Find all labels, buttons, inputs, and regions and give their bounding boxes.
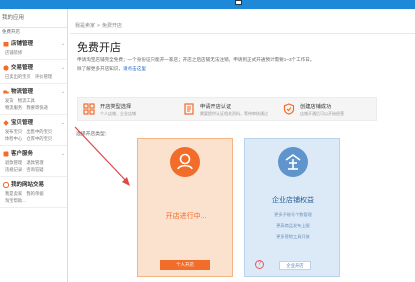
sidebar-link[interactable]: 物流工具	[18, 98, 35, 103]
goods-icon	[3, 120, 9, 126]
sidebar-item-free-shop[interactable]: 免费开店	[0, 28, 67, 36]
intro-prefix: 除了解更多开店知识，	[77, 66, 123, 71]
sidebar-group-title[interactable]: 店铺管理 ⌄	[3, 40, 65, 49]
person-icon	[170, 147, 200, 177]
grid-icon	[83, 103, 95, 115]
sidebar-group-web-trade: 我的网站交易 我是卖家 我的单据 淘宝帮助...	[0, 177, 67, 208]
step-1: 开店类型选择 个人店铺、企业店铺	[78, 102, 178, 118]
step-desc: 个人店铺、企业店铺	[100, 111, 136, 116]
breadcrumb-item: 免费开店	[101, 23, 122, 29]
personal-shop-card[interactable]: 开店进行中... 个人开店	[137, 138, 233, 277]
sidebar-group-title[interactable]: 宝贝管理 ⌄	[3, 119, 65, 128]
step-desc: 店铺开通后可以开始经营	[300, 111, 344, 116]
sidebar: 我的应用 免费开店 店铺管理 ⌄ 店铺装修 交易管理 ⌄ 已卖出的宝贝 评价管理…	[0, 9, 68, 282]
divider	[70, 33, 415, 34]
step-3: 创建店铺成功 店铺开通后可以开始经营	[278, 102, 378, 118]
sidebar-group-label: 物流管理	[11, 89, 34, 95]
main-content: 我是卖家 > 免费开店 免费开店 申请淘宝店铺完全免费；一个身份证只能开一家店；开店…	[70, 9, 415, 282]
shop-status-text: 开店进行中...	[165, 213, 207, 220]
help-icon[interactable]: ?	[255, 260, 264, 269]
step-desc: 需要提供认证相关资料，等待审核通过	[200, 111, 268, 116]
chevron-down-icon[interactable]: ⌄	[61, 119, 65, 128]
sidebar-link[interactable]: 店铺装修	[5, 50, 22, 55]
document-icon	[184, 103, 194, 115]
service-icon	[3, 151, 9, 157]
sidebar-link[interactable]: 退款管理	[26, 160, 43, 165]
sidebar-group-title[interactable]: 客户服务 ⌄	[3, 150, 65, 159]
step-title: 创建店铺成功	[300, 104, 332, 110]
sidebar-group-label: 客户服务	[11, 151, 34, 157]
chevron-down-icon[interactable]: ⌄	[61, 64, 65, 73]
sidebar-link[interactable]: 违规记录	[5, 167, 22, 172]
top-nav-bar	[0, 0, 415, 9]
enterprise-shop-button[interactable]: 企业开店	[279, 261, 311, 270]
page-title: 免费开店	[77, 42, 121, 54]
enterprise-shop-card[interactable]: 企业店铺权益 更多子账号个数管理 更高商品发布上限 更多营销工具开放 ? 企业开…	[244, 138, 340, 277]
enterprise-benefits-title: 企业店铺权益	[272, 197, 314, 204]
truck-icon	[3, 90, 9, 94]
sidebar-group-label: 交易管理	[11, 65, 34, 71]
sidebar-header: 我的应用	[0, 9, 67, 28]
shop-icon	[3, 42, 9, 47]
benefit-item: 更多子账号个数管理	[274, 212, 312, 217]
choose-type-label: 选择开店类型：	[76, 132, 110, 137]
sidebar-link[interactable]: 仓库中的宝贝	[26, 136, 52, 141]
chevron-down-icon[interactable]: ⌄	[61, 40, 65, 49]
intro-text-2: 除了解更多开店知识，请点击这里	[77, 66, 146, 72]
benefit-item: 更多营销工具开放	[276, 234, 310, 239]
sidebar-group-logistics: 物流管理 ⌄ 发货 物流工具 物流服务 我要寄快递	[0, 84, 67, 115]
sidebar-group-title[interactable]: 交易管理 ⌄	[3, 64, 65, 73]
sidebar-link[interactable]: 我的单据	[26, 191, 43, 196]
steps-bar: 开店类型选择 个人店铺、企业店铺 申请开店认证 需要提供认证相关资料，等待审核通…	[77, 97, 377, 121]
sidebar-group-title[interactable]: 物流管理 ⌄	[3, 88, 65, 97]
sidebar-link[interactable]: 咨询答疑	[26, 167, 43, 172]
breadcrumb: 我是卖家 > 免费开店	[75, 22, 122, 29]
sidebar-link[interactable]: 评价管理	[35, 74, 52, 79]
chevron-down-icon[interactable]: ⌄	[61, 88, 65, 97]
shield-icon	[283, 103, 295, 115]
breadcrumb-separator: >	[97, 23, 100, 29]
sidebar-group-shop: 店铺管理 ⌄ 店铺装修	[0, 36, 67, 60]
sidebar-link[interactable]: 物流服务	[5, 105, 22, 110]
sidebar-group-label: 我的网站交易	[11, 182, 45, 188]
sidebar-group-service: 客户服务 ⌄ 退款管理 退款管理 违规记录 咨询答疑	[0, 146, 67, 177]
sidebar-group-goods: 宝贝管理 ⌄ 发布宝贝 出售中的宝贝 体检中心 仓库中的宝贝	[0, 115, 67, 146]
window-handle[interactable]	[235, 0, 242, 5]
sidebar-link[interactable]: 我要寄快递	[26, 105, 47, 110]
sidebar-link[interactable]: 出售中的宝贝	[26, 129, 52, 134]
enterprise-icon	[278, 147, 308, 177]
benefit-list: 更多子账号个数管理 更高商品发布上限 更多营销工具开放	[245, 209, 341, 242]
sidebar-group-label: 宝贝管理	[11, 120, 34, 126]
sidebar-link[interactable]: 已卖出的宝贝	[5, 74, 31, 79]
trade-icon	[3, 65, 9, 71]
sidebar-group-label: 店铺管理	[11, 41, 34, 47]
web-icon	[3, 182, 9, 188]
sidebar-link[interactable]: 体检中心	[5, 136, 22, 141]
intro-text: 申请淘宝店铺完全免费；一个身份证只能开一家店；开店之后店铺无法注销，申请到正式开…	[77, 57, 315, 62]
sidebar-link[interactable]: 退款管理	[5, 160, 22, 165]
sidebar-link[interactable]: 淘宝帮助...	[5, 198, 26, 203]
help-link[interactable]: 请点击这里	[123, 66, 146, 71]
benefit-item: 更高商品发布上限	[276, 223, 310, 228]
sidebar-group-trade: 交易管理 ⌄ 已卖出的宝贝 评价管理	[0, 60, 67, 84]
step-title: 开店类型选择	[100, 104, 132, 110]
breadcrumb-item[interactable]: 我是卖家	[75, 23, 95, 29]
personal-shop-button[interactable]: 个人开店	[160, 260, 210, 270]
chevron-down-icon[interactable]: ⌄	[61, 150, 65, 159]
sidebar-link[interactable]: 发布宝贝	[5, 129, 22, 134]
sidebar-group-title[interactable]: 我的网站交易	[3, 181, 65, 190]
sidebar-link[interactable]: 我是卖家	[5, 191, 22, 196]
step-title: 申请开店认证	[200, 104, 232, 110]
step-2: 申请开店认证 需要提供认证相关资料，等待审核通过	[178, 102, 278, 118]
sidebar-link[interactable]: 发货	[5, 98, 14, 103]
